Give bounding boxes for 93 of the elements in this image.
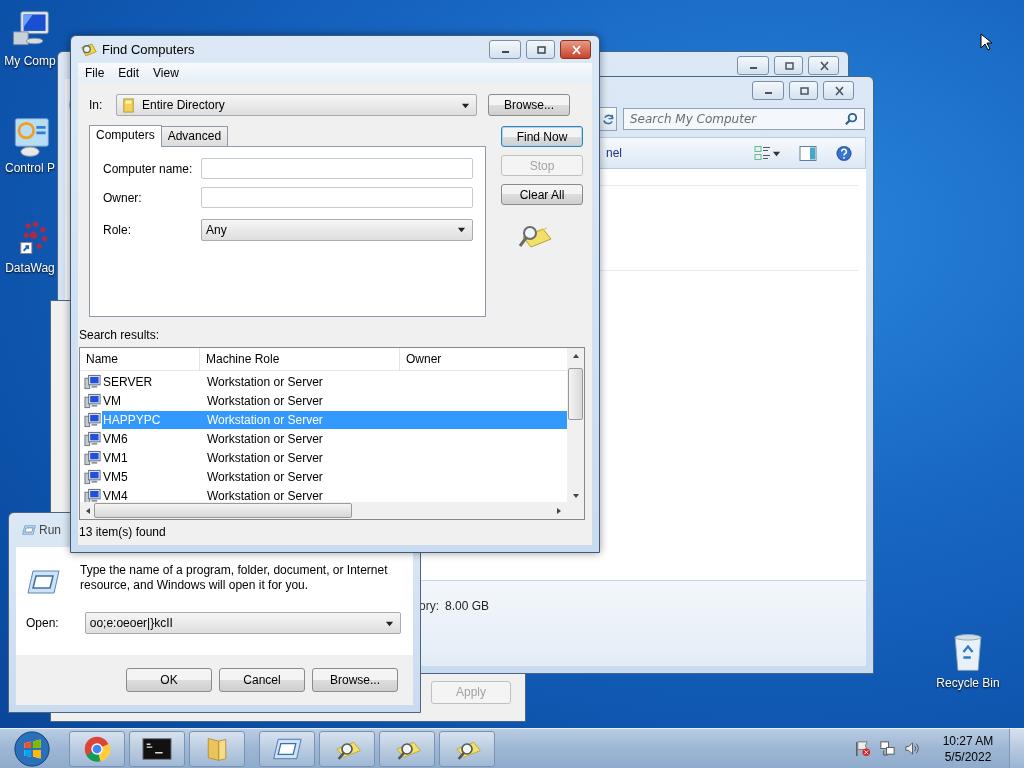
preview-pane-icon[interactable] <box>799 144 817 162</box>
scroll-thumb[interactable] <box>94 503 352 518</box>
tab[interactable]: Computers <box>89 125 162 147</box>
minimize-icon <box>501 51 509 53</box>
column-header[interactable]: Machine Role <box>200 348 400 370</box>
close-icon <box>817 60 830 71</box>
in-label: In: <box>89 98 104 112</box>
open-label: Open: <box>26 616 59 630</box>
input-field[interactable] <box>201 158 473 179</box>
desktop-icon-label[interactable]: Control P <box>5 161 55 175</box>
maximize-button[interactable] <box>526 40 555 59</box>
view-options-icon[interactable] <box>754 144 772 162</box>
scroll-left-icon[interactable] <box>84 506 92 515</box>
start-button[interactable] <box>13 729 51 768</box>
minimize-button[interactable] <box>489 40 521 59</box>
menu-item[interactable]: View <box>153 66 179 80</box>
column-header[interactable]: Name <box>80 348 200 370</box>
close-button[interactable] <box>823 81 854 100</box>
maximize-icon <box>797 85 810 96</box>
role-dropdown[interactable]: Any <box>201 218 473 241</box>
result-row[interactable]: VM4 Workstation or Server <box>102 486 567 502</box>
network-icon[interactable] <box>879 740 896 757</box>
status-text: 13 item(s) found <box>79 525 167 539</box>
computer-icon <box>84 430 101 447</box>
field-label: Owner: <box>103 190 143 205</box>
refresh-button[interactable] <box>600 107 617 131</box>
dropdown-caret-icon <box>457 225 466 234</box>
close-button[interactable] <box>560 40 591 59</box>
minimize-icon <box>749 67 757 69</box>
maximize-icon <box>534 44 547 55</box>
run-icon <box>26 569 60 595</box>
computer-icon <box>84 449 101 466</box>
menu-item[interactable]: Edit <box>118 66 140 80</box>
dialog-button[interactable]: OK <box>126 668 212 692</box>
search-field[interactable]: Search My Computer <box>623 108 865 130</box>
dialog-button[interactable]: Cancel <box>219 668 305 692</box>
scroll-right-icon[interactable] <box>555 506 563 515</box>
maximize-icon <box>782 60 795 71</box>
directory-icon <box>121 97 136 113</box>
window-title: Find Computers <box>102 42 195 57</box>
desktop-icon-label[interactable]: DataWag <box>5 261 55 275</box>
dialog-button[interactable]: Browse... <box>312 668 398 692</box>
show-desktop-button[interactable] <box>1009 728 1024 768</box>
detail-value: 8.00 GB <box>445 599 490 613</box>
maximize-button[interactable] <box>789 81 818 100</box>
action-button[interactable]: Find Now <box>501 126 583 147</box>
menu-item[interactable]: File <box>85 66 105 80</box>
find-computers-icon <box>80 41 97 58</box>
help-icon[interactable] <box>835 144 853 162</box>
results-label: Search results: <box>79 328 161 344</box>
result-row[interactable]: VM6 Workstation or Server <box>102 429 567 448</box>
taskbar-button[interactable] <box>129 730 185 767</box>
instruction-text: Type the name of a program, folder, document, or Internet resource, and Windows will open it for you. <box>80 563 389 593</box>
column-header[interactable]: Owner <box>400 348 567 370</box>
scrollbar[interactable] <box>80 502 567 519</box>
close-button[interactable] <box>808 56 839 75</box>
result-row[interactable]: SERVER Workstation or Server <box>102 372 567 391</box>
computer-icon <box>84 392 101 409</box>
field-label: Role: <box>103 222 132 237</box>
scope-dropdown[interactable]: Entire Directory <box>116 94 477 116</box>
result-row[interactable]: VM Workstation or Server <box>102 391 567 410</box>
maximize-button[interactable] <box>774 56 803 75</box>
scroll-down-icon[interactable] <box>571 492 580 500</box>
window-title: Run <box>39 523 61 537</box>
flag-icon[interactable] <box>854 740 871 757</box>
browse-button[interactable]: Browse... <box>488 94 570 116</box>
computer-icon <box>84 411 101 428</box>
input-field[interactable] <box>201 187 473 208</box>
cursor-icon <box>980 33 992 51</box>
desktop-icon-label[interactable]: My Comp <box>4 54 56 68</box>
computer-icon <box>84 373 101 390</box>
computer-icon <box>84 468 101 485</box>
toolbar-button[interactable]: nel <box>606 146 622 160</box>
open-combobox[interactable]: oo;e:oeoer|}kcII <box>84 612 401 634</box>
result-row[interactable]: VM1 Workstation or Server <box>102 448 567 467</box>
minimize-button[interactable] <box>752 81 784 100</box>
minimize-icon <box>764 92 772 94</box>
minimize-button[interactable] <box>737 56 769 75</box>
browser-icon <box>82 734 112 763</box>
computer-icon <box>84 487 101 502</box>
clock[interactable]: 10:27 AM 5/5/2022 <box>935 732 1001 765</box>
run-icon <box>22 524 36 536</box>
scroll-up-icon[interactable] <box>571 352 580 360</box>
close-icon <box>832 85 845 96</box>
scroll-thumb[interactable] <box>568 368 583 420</box>
close-icon <box>569 44 582 55</box>
field-label: Computer name: <box>103 161 194 176</box>
tab[interactable]: Advanced <box>160 126 229 146</box>
volume-icon[interactable] <box>904 740 921 757</box>
desktop-icon-label[interactable]: Recycle Bin <box>936 676 1000 690</box>
action-button[interactable]: Clear All <box>501 184 583 205</box>
search-icon <box>844 112 859 127</box>
result-row[interactable]: VM5 Workstation or Server <box>102 467 567 486</box>
